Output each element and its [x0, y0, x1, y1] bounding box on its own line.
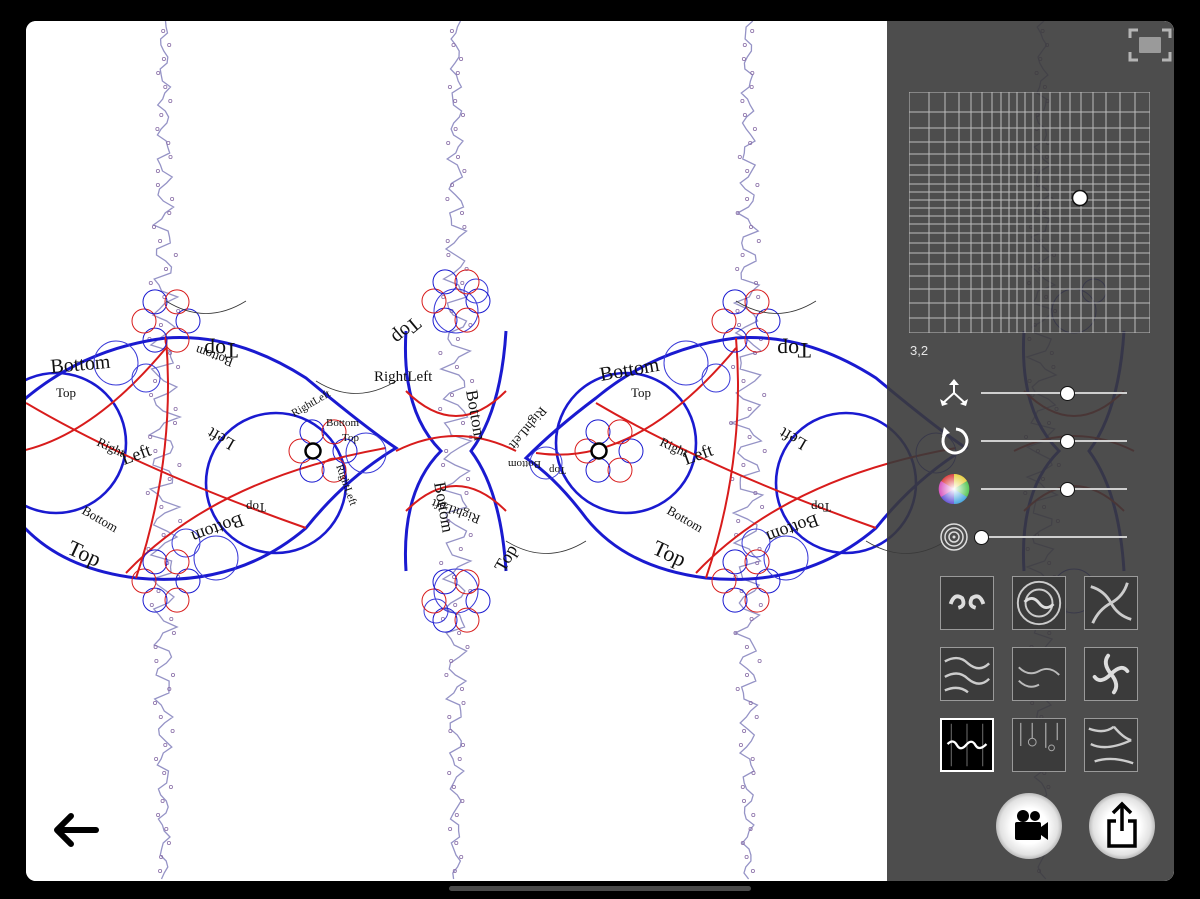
- color-slider-knob[interactable]: [1059, 481, 1075, 497]
- fullscreen-icon[interactable]: [1128, 27, 1172, 63]
- edge-label: Top: [631, 385, 651, 400]
- preset-fractal-strip-thumbnail: [942, 720, 992, 770]
- preset-drip-thumbnail: [1019, 722, 1059, 752]
- edge-label: Top: [777, 338, 811, 363]
- preset-flow[interactable]: [1012, 647, 1066, 701]
- record-video-button[interactable]: [996, 793, 1062, 859]
- rotate-slider-knob[interactable]: [1059, 433, 1075, 449]
- preset-swirl-pair[interactable]: [940, 576, 994, 630]
- share-button[interactable]: [1089, 793, 1155, 859]
- edge-label: Top: [549, 464, 566, 476]
- spiral-slider[interactable]: [981, 536, 1127, 538]
- grid-value-label: 3,2: [910, 343, 929, 358]
- share-icon: [1107, 801, 1137, 848]
- edge-label: RightLeft: [374, 369, 433, 385]
- edge-label: Bottom: [326, 417, 359, 429]
- preset-flow-thumbnail: [1018, 666, 1060, 688]
- preset-pinwheel[interactable]: [1084, 647, 1138, 701]
- grid-pad-knob[interactable]: [1071, 189, 1089, 207]
- back-arrow-icon[interactable]: [48, 807, 104, 853]
- edge-label: Top: [246, 500, 266, 515]
- grid-pad[interactable]: [909, 92, 1150, 333]
- move-arrows-icon: [936, 375, 972, 411]
- spiral-slider-knob[interactable]: [973, 529, 989, 545]
- video-camera-icon: [1015, 810, 1048, 840]
- app-screen: Bottom Top Top Bottom Right Left Left RightLeft…: [26, 21, 1174, 881]
- rotate-slider[interactable]: [981, 440, 1127, 442]
- edge-label: Bottom: [508, 458, 541, 470]
- preset-spiral-rings[interactable]: [1012, 576, 1066, 630]
- control-point-1[interactable]: [304, 442, 322, 460]
- home-indicator: [449, 886, 751, 891]
- preset-drip[interactable]: [1012, 718, 1066, 772]
- rotate-icon: [936, 423, 972, 459]
- grid-lines: [909, 92, 1150, 333]
- preset-waves[interactable]: [940, 647, 994, 701]
- preset-spiral-rings-thumbnail: [1016, 580, 1062, 626]
- preset-vortex[interactable]: [1084, 576, 1138, 630]
- edge-label: Top: [56, 385, 76, 400]
- concentric-circles-icon: [936, 519, 972, 555]
- control-point-2[interactable]: [590, 442, 608, 460]
- preset-pinwheel-thumbnail: [1092, 653, 1130, 695]
- preset-waves-thumbnail: [944, 656, 990, 694]
- preset-tiles[interactable]: [1084, 718, 1138, 772]
- translate-slider[interactable]: [981, 392, 1127, 394]
- color-slider[interactable]: [981, 488, 1127, 490]
- edge-label: Top: [342, 432, 359, 444]
- preset-tiles-thumbnail: [1088, 725, 1134, 765]
- translate-slider-knob[interactable]: [1059, 385, 1075, 401]
- preset-fractal-strip[interactable]: [940, 718, 994, 772]
- preset-swirl-pair-thumbnail: [948, 594, 986, 610]
- color-wheel-icon: [936, 471, 972, 507]
- preset-vortex-thumbnail: [1090, 582, 1132, 624]
